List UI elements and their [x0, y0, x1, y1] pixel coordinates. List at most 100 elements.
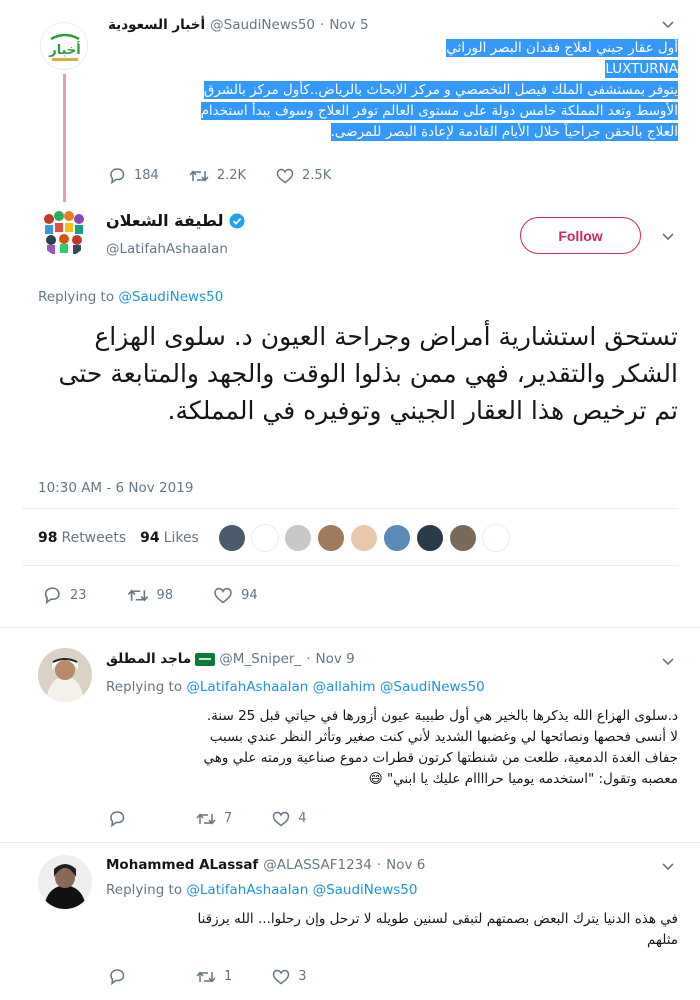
divider [22, 565, 678, 566]
retweet-count: 98 [156, 587, 174, 603]
reply-header: ماجد المطلق @M_Sniper_ · Nov 9 [106, 651, 355, 667]
tweet-actions: 7 4 [108, 810, 337, 827]
like-icon [214, 587, 232, 603]
follow-button[interactable]: Follow [520, 217, 641, 254]
handle[interactable]: @M_Sniper_ [219, 651, 301, 667]
replying-to-link[interactable]: @SaudiNews50 [313, 882, 418, 898]
avatar-logo-text: أخبار [48, 41, 81, 58]
liker-avatar[interactable] [416, 524, 444, 552]
display-name[interactable]: لطيفة الشعلان [106, 211, 224, 230]
tweet-text: أول عقار جيني لعلاج فقدان البصر الوراثي … [118, 38, 678, 143]
retweet-icon [189, 169, 209, 182]
liker-avatar[interactable] [251, 524, 279, 552]
date-separator: · [376, 857, 382, 873]
engagement-stats: 98 Retweets 94 Likes [38, 530, 213, 546]
retweet-button[interactable]: 1 [196, 969, 232, 985]
liker-avatar[interactable] [383, 524, 411, 552]
handle[interactable]: @SaudiNews50 [210, 17, 315, 33]
reply-icon [110, 969, 125, 985]
replying-to-link[interactable]: @LatifahAshaalan [186, 679, 308, 695]
retweet-button[interactable]: 98 [127, 587, 174, 604]
like-icon [276, 168, 294, 183]
liker-avatar[interactable] [449, 524, 477, 552]
tweet-date[interactable]: Nov 5 [329, 17, 368, 33]
like-button[interactable]: 94 [213, 587, 258, 604]
reply-text-line: جفاف الغدة الدمعية، طلعت من شنطتها كرتون… [203, 750, 678, 766]
retweet-button[interactable]: 2.2K [189, 168, 246, 184]
reply-text-line: د.سلوى الهزاع الله يذكرها بالخير هي أول … [206, 708, 678, 724]
like-button[interactable]: 3 [272, 969, 307, 985]
like-button[interactable]: 2.5K [276, 168, 331, 184]
retweet-button[interactable]: 7 [196, 811, 232, 827]
reply-icon [44, 587, 60, 604]
date-separator: · [306, 651, 311, 667]
liker-avatar[interactable] [284, 524, 312, 552]
reply-header: Mohammed ALassaf @ALASSAF1234 · Nov 6 [106, 857, 425, 873]
main-tweet-text: تستحق استشارية أمراض وجراحة العيون د. سل… [58, 322, 678, 425]
retweet-count: 7 [224, 811, 233, 826]
reply-count: 184 [134, 168, 159, 183]
retweet-icon [196, 812, 216, 825]
display-name[interactable]: أخبار السعودية [108, 17, 205, 33]
reply-text: في هذه الدنيا يترك البعض بصمتهم لتبقى لس… [106, 909, 678, 951]
display-name[interactable]: ماجد المطلق [106, 651, 191, 667]
display-name[interactable]: Mohammed ALassaf [106, 857, 258, 873]
chevron-down-icon[interactable] [661, 232, 675, 242]
like-count: 94 [241, 587, 258, 603]
tweet-actions: 1 3 [108, 968, 337, 985]
reply-button[interactable] [108, 810, 134, 827]
handle[interactable]: @ALASSAF1234 [263, 857, 372, 873]
liker-avatar[interactable] [350, 524, 378, 552]
tweet-header: أخبار السعودية @SaudiNews50 · Nov 5 [108, 14, 660, 36]
retweet-icon [127, 588, 148, 602]
likes-label[interactable]: Likes [164, 530, 199, 546]
saudi-flag-icon [195, 652, 216, 666]
divider [22, 508, 678, 509]
reply-text-line: في هذه الدنيا يترك البعض بصمتهم لتبقى لس… [197, 911, 678, 927]
tweet-text-line: الأوسط وتعد المملكة خامس دولة على مستوى … [200, 102, 678, 120]
retweet-count: 2.2K [216, 168, 247, 183]
replying-to-link[interactable]: @SaudiNews50 [118, 289, 223, 305]
retweet-icon [196, 970, 216, 983]
reply-text-line: مثلهم [647, 932, 678, 948]
liker-avatar[interactable] [218, 524, 246, 552]
chevron-down-icon[interactable] [661, 20, 675, 30]
reply-text-line: معصبه وتقول: "استخدمه يوميا حراااام عليك… [368, 771, 678, 787]
reply-icon [110, 168, 125, 184]
tweet-timestamp[interactable]: 10:30 AM - 6 Nov 2019 [38, 480, 193, 496]
replying-to-link[interactable]: @allahim [313, 679, 376, 695]
retweet-count: 1 [224, 969, 233, 984]
reply-button[interactable] [108, 968, 134, 985]
tweet-date[interactable]: Nov 6 [386, 857, 425, 873]
retweets-label[interactable]: Retweets [61, 530, 126, 546]
replying-to-link[interactable]: @SaudiNews50 [380, 679, 485, 695]
reply-count: 23 [70, 587, 87, 603]
like-count: 2.5K [302, 168, 332, 183]
chevron-down-icon[interactable] [661, 657, 675, 667]
reply-icon [110, 811, 125, 827]
avatar[interactable]: أخبار [40, 22, 88, 70]
handle[interactable]: @LatifahAshaalan [106, 241, 228, 257]
avatar[interactable] [38, 855, 92, 909]
like-button[interactable]: 4 [272, 811, 307, 827]
date-separator: · [320, 17, 325, 33]
tweet-text-line: يتوفر بمستشفى الملك فيصل التخصصي و مركز … [203, 81, 678, 99]
reply-button[interactable]: 23 [42, 586, 87, 604]
divider [0, 842, 700, 843]
tweet-actions: 23 98 94 [42, 586, 288, 604]
retweets-count[interactable]: 98 [38, 530, 57, 546]
avatar[interactable] [39, 207, 89, 257]
avatar[interactable] [38, 648, 92, 702]
likes-count[interactable]: 94 [140, 530, 159, 546]
tweet-text-line: أول عقار جيني لعلاج فقدان البصر الوراثي [446, 39, 678, 57]
tweet-date[interactable]: Nov 9 [315, 651, 354, 667]
replying-to-link[interactable]: @LatifahAshaalan [186, 882, 308, 898]
liker-avatar[interactable] [482, 524, 510, 552]
chevron-down-icon[interactable] [661, 862, 675, 872]
reply-button[interactable]: 184 [108, 167, 159, 184]
liker-avatar[interactable] [317, 524, 345, 552]
replying-prefix: Replying to [38, 289, 115, 305]
tweet-text-line: العلاج بالحقن جراحياً خلال الأيام القادم… [330, 123, 678, 141]
reply-text-line: لا أنسى فحصها ونصائحها لي وغضبها الشديد … [209, 729, 678, 745]
main-author-name[interactable]: لطيفة الشعلان [106, 211, 245, 230]
